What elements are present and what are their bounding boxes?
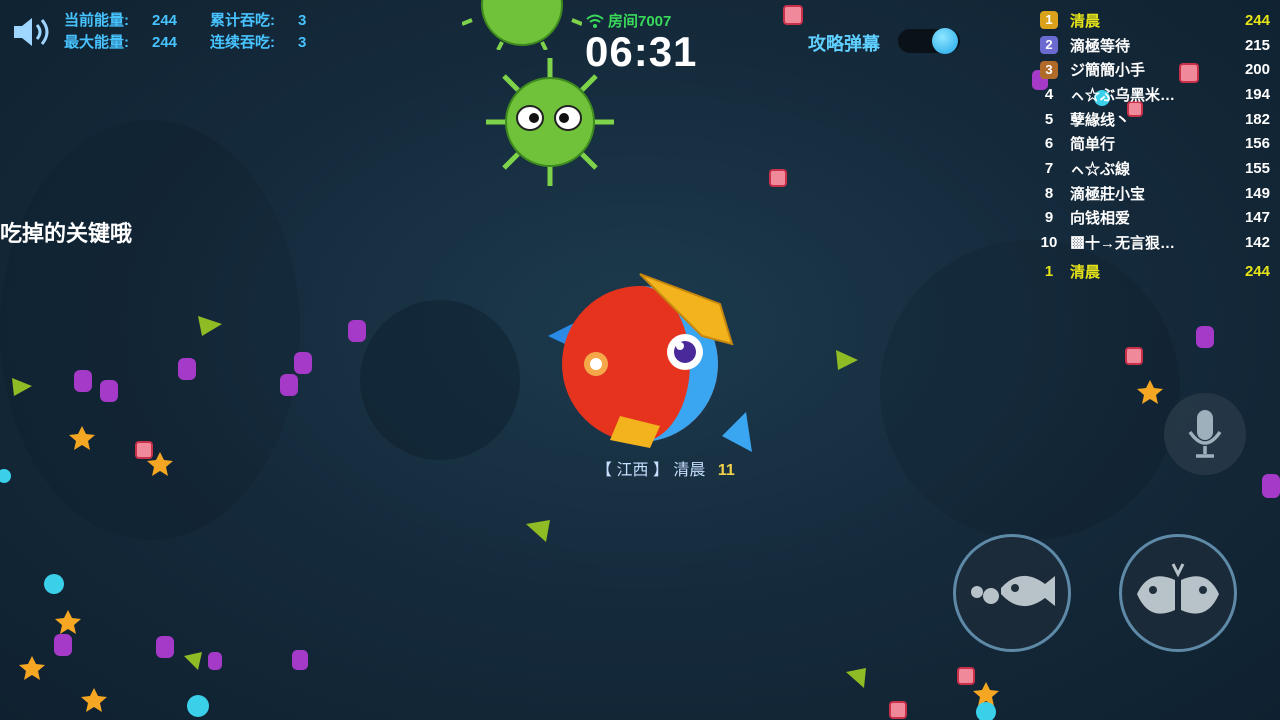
food-pellet	[836, 350, 858, 370]
food-pellet	[957, 667, 975, 685]
food-pellet	[19, 656, 45, 680]
food-pellet	[889, 701, 907, 719]
leaderboard-score: 200	[1244, 61, 1270, 79]
leaderboard-rank: 8	[1044, 184, 1054, 202]
food-pellet	[0, 469, 11, 483]
leaderboard-score: 155	[1244, 159, 1270, 177]
leaderboard-rank: 4	[1044, 85, 1054, 103]
leaderboard-row: 3 ジ簡簡小手 200	[1036, 57, 1270, 82]
food-pellet	[54, 634, 72, 656]
food-pellet	[846, 668, 866, 688]
leaderboard-score: 156	[1244, 135, 1270, 153]
leaderboard-name: 孽緣线丶	[1070, 111, 1131, 129]
food-pellet	[294, 352, 312, 374]
food-pellet	[178, 358, 196, 380]
leaderboard-name: ㇸ☆ぶ線	[1070, 160, 1131, 178]
food-pellet	[156, 636, 174, 658]
food-pellet	[769, 169, 787, 187]
food-pellet	[1262, 474, 1280, 498]
leaderboard-score: 182	[1244, 110, 1270, 128]
leaderboard-row: 8 滴極莊小宝 149	[1036, 181, 1270, 206]
leaderboard-row: 7 ㇸ☆ぶ線 155	[1036, 156, 1270, 181]
leaderboard-rank: 6	[1044, 135, 1054, 153]
food-pellet	[292, 650, 308, 670]
food-pellet	[1137, 380, 1163, 404]
silver-medal-icon: 2	[1040, 36, 1058, 55]
leaderboard-name: 滴極莊小宝	[1070, 185, 1146, 203]
leaderboard-name: 滴極等待	[1070, 37, 1131, 55]
food-pellet	[184, 652, 202, 670]
spit-fish-icon	[971, 575, 1055, 607]
food-pellet	[69, 426, 95, 450]
leaderboard-name: 简单行	[1070, 136, 1116, 154]
leaderboard-row: 2 滴極等待 215	[1036, 33, 1270, 58]
leaderboard-rank: 7	[1044, 159, 1054, 177]
leaderboard-rank: 10	[1040, 234, 1058, 252]
voice-button[interactable]	[1164, 393, 1246, 475]
devour-fish-icon	[1137, 563, 1219, 614]
spit-skill-button[interactable]	[953, 534, 1071, 652]
food-pellet	[348, 320, 366, 342]
leaderboard-name: 向钱相爱	[1070, 210, 1131, 228]
leaderboard-score: 142	[1244, 234, 1270, 252]
food-pellet	[74, 370, 92, 392]
food-pellet	[1125, 347, 1143, 365]
leaderboard-name: ㇸ☆ぶ乌黑米…	[1070, 86, 1176, 104]
food-pellet	[280, 374, 298, 396]
leaderboard-row: 10 ▩十→无言狠… 142	[1036, 230, 1270, 255]
food-pellet	[135, 441, 153, 459]
food-pellet	[81, 688, 107, 712]
leaderboard-row: 6 简单行 156	[1036, 131, 1270, 156]
food-pellet	[44, 574, 64, 594]
food-pellet	[100, 380, 118, 402]
leaderboard-score: 244	[1244, 11, 1270, 29]
food-pellet	[526, 520, 550, 542]
microphone-icon	[1188, 410, 1222, 458]
leaderboard-row: 4 ㇸ☆ぶ乌黑米… 194	[1036, 82, 1270, 107]
leaderboard-row: 1 清晨 244	[1036, 8, 1270, 33]
food-pellet	[55, 610, 81, 634]
food-pellet	[12, 378, 32, 396]
leaderboard-row: 5 孽緣线丶 182	[1036, 107, 1270, 132]
leaderboard-score: 147	[1244, 209, 1270, 227]
gold-medal-icon: 1	[1040, 11, 1058, 30]
leaderboard-self-rank: 1	[1044, 262, 1054, 280]
leaderboard-score: 215	[1244, 36, 1270, 54]
food-pellet	[187, 695, 209, 717]
leaderboard-name: ▩十→无言狠…	[1070, 235, 1176, 253]
leaderboard-self-row: 1 清晨 244	[1036, 259, 1270, 284]
leaderboard-self-name: 清晨	[1070, 263, 1101, 281]
leaderboard-name: 清晨	[1070, 12, 1101, 30]
devour-skill-button[interactable]	[1119, 534, 1237, 652]
leaderboard-row: 9 向钱相爱 147	[1036, 206, 1270, 231]
leaderboard-self-score: 244	[1244, 262, 1270, 280]
food-pellet	[198, 316, 222, 336]
bronze-medal-icon: 3	[1040, 60, 1058, 79]
leaderboard: 1 清晨 244 2 滴極等待 215 3 ジ簡簡小手 200 4 ㇸ☆ぶ乌黑米…	[1036, 8, 1270, 284]
food-pellet	[208, 652, 222, 670]
leaderboard-score: 149	[1244, 184, 1270, 202]
leaderboard-rank: 9	[1044, 209, 1054, 227]
leaderboard-score: 194	[1244, 85, 1270, 103]
food-pellet	[783, 5, 803, 25]
leaderboard-rank: 5	[1044, 110, 1054, 128]
food-pellet	[1196, 326, 1214, 348]
leaderboard-name: ジ簡簡小手	[1070, 62, 1146, 80]
